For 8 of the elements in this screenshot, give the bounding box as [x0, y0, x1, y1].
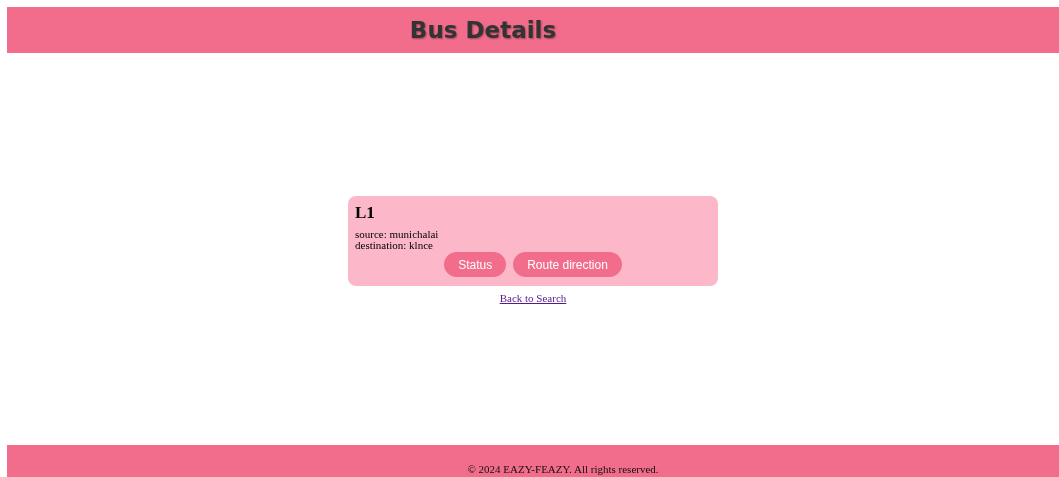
bus-name: L1 [355, 203, 375, 223]
action-button[interactable]: Status [444, 252, 507, 277]
page-title: Bus Details [409, 17, 557, 43]
source-text: source: munichalai [355, 229, 439, 240]
destination-text: destination: klnce [355, 240, 433, 251]
action-button[interactable]: Route direction [513, 252, 622, 277]
copyright-text: © 2024 EAZY-FEAZY. All rights reserved. [466, 463, 659, 475]
back-link[interactable]: Back to Search [499, 292, 567, 304]
